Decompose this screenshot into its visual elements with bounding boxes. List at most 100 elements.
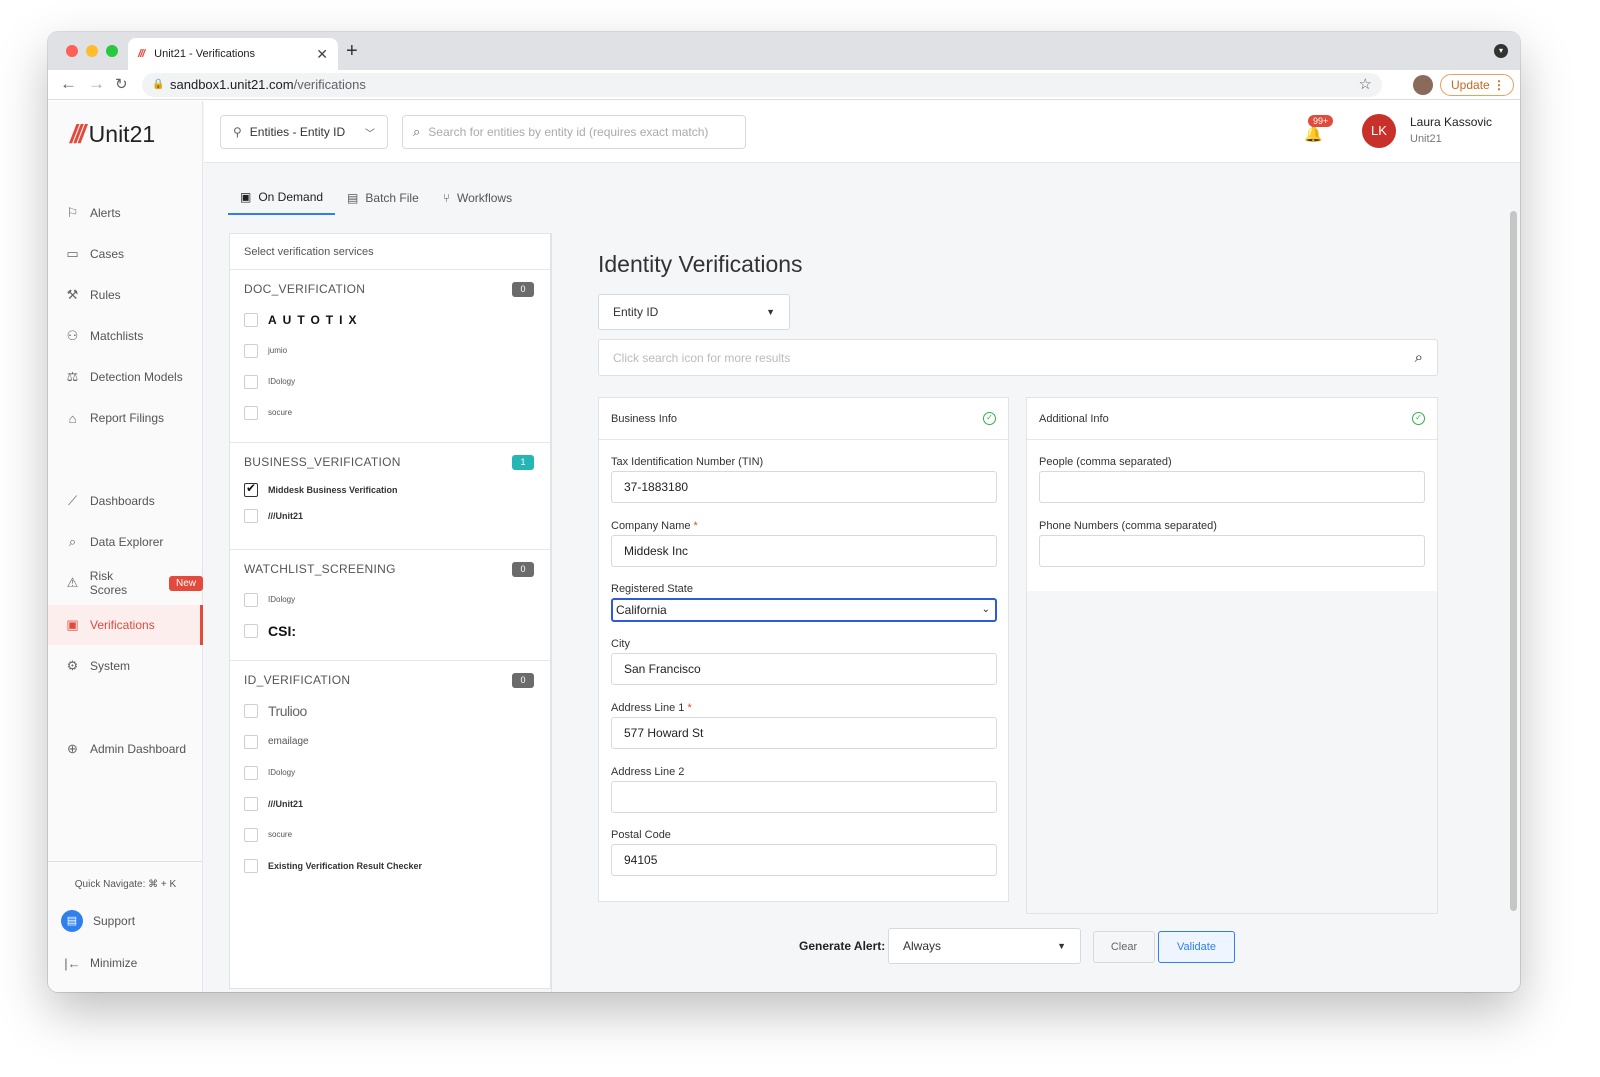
- sidebar-item-matchlists[interactable]: ⚇ Matchlists: [48, 316, 203, 356]
- identity-type-dropdown[interactable]: Entity ID ▼: [598, 294, 790, 330]
- postal-code-input[interactable]: 94105: [611, 844, 997, 876]
- service-option-unit21[interactable]: ///Unit21: [244, 788, 536, 819]
- browser-update-button[interactable]: Update ⋮: [1440, 74, 1514, 96]
- sidebar-item-data-explorer[interactable]: ⌕ Data Explorer: [48, 522, 203, 562]
- panel-divider: [551, 233, 552, 992]
- service-option-jumio[interactable]: jumio: [244, 335, 536, 366]
- bank-icon: ⌂: [68, 410, 77, 426]
- city-input[interactable]: San Francisco: [611, 653, 997, 685]
- tin-input[interactable]: 37-1883180: [611, 471, 997, 503]
- reload-icon[interactable]: ↻: [115, 75, 128, 93]
- document-icon: ▤: [347, 191, 359, 205]
- entity-search-placeholder: Search for entities by entity id (requir…: [428, 125, 709, 139]
- sidebar-item-risk-scores[interactable]: ⚠ Risk Scores New: [48, 563, 203, 603]
- checkbox[interactable]: [244, 374, 258, 389]
- url-host: sandbox1.unit21.com: [170, 77, 294, 92]
- service-option-socure[interactable]: socure: [244, 397, 536, 428]
- minimize-window-button[interactable]: [86, 45, 98, 57]
- service-option-trulioo[interactable]: Trulioo: [244, 695, 536, 726]
- tab-batch-file[interactable]: ▤ Batch File: [335, 181, 431, 215]
- checkbox[interactable]: [244, 405, 258, 420]
- phone-numbers-label: Phone Numbers (comma separated): [1039, 520, 1217, 532]
- service-option-unit21[interactable]: ///Unit21: [244, 503, 536, 529]
- close-window-button[interactable]: [66, 45, 78, 57]
- unit21-service-logo: ///Unit21: [268, 798, 304, 809]
- service-group-title: WATCHLIST_SCREENING: [244, 562, 396, 576]
- user-avatar[interactable]: LK: [1362, 114, 1396, 148]
- sidebar-item-alerts[interactable]: ⚐ Alerts: [48, 193, 203, 233]
- sidebar-item-label: Alerts: [90, 206, 121, 220]
- checkbox[interactable]: [244, 509, 258, 523]
- sidebar-item-cases[interactable]: ▭ Cases: [48, 234, 203, 274]
- tab-search-icon[interactable]: ▾: [1494, 44, 1508, 58]
- checkbox-checked[interactable]: [244, 481, 258, 497]
- checkbox[interactable]: [244, 796, 258, 811]
- checkbox[interactable]: [244, 827, 258, 842]
- service-option-idology[interactable]: IDology: [244, 757, 536, 788]
- browser-tab[interactable]: /// Unit21 - Verifications ✕: [128, 38, 338, 70]
- sidebar-item-detection-models[interactable]: ⚖ Detection Models: [48, 357, 203, 397]
- checkbox[interactable]: [244, 623, 258, 638]
- address-line-1-input[interactable]: 577 Howard St: [611, 717, 997, 749]
- service-option-socure[interactable]: socure: [244, 819, 536, 850]
- validate-button[interactable]: Validate: [1158, 931, 1235, 963]
- sidebar-item-system[interactable]: ⚙ System: [48, 646, 203, 686]
- sidebar-item-dashboards[interactable]: ⟋ Dashboards: [48, 481, 203, 521]
- support-button[interactable]: ▤ Support: [48, 901, 203, 941]
- new-tab-icon[interactable]: +: [346, 40, 358, 63]
- service-option-csi[interactable]: CSI:: [244, 615, 536, 646]
- minimize-sidebar-button[interactable]: |← Minimize: [48, 943, 203, 983]
- service-option-idology[interactable]: IDology: [244, 366, 536, 397]
- checkbox[interactable]: [244, 592, 258, 607]
- idology-logo: IDology: [268, 377, 296, 386]
- address-line-2-input[interactable]: [611, 781, 997, 813]
- registered-state-select[interactable]: California ⌄: [611, 598, 997, 622]
- sidebar-item-label: Detection Models: [90, 370, 183, 384]
- sidebar-item-label: Report Filings: [90, 411, 165, 425]
- checkbox[interactable]: [244, 703, 258, 718]
- entity-type-dropdown[interactable]: ⚲ Entities - Entity ID ﹀: [220, 115, 388, 149]
- checkbox[interactable]: [244, 858, 258, 873]
- back-icon[interactable]: ←: [60, 74, 77, 94]
- url-field[interactable]: 🔒 sandbox1.unit21.com/verifications ☆: [142, 73, 1382, 97]
- identity-search-input[interactable]: Click search icon for more results ⌕: [598, 339, 1438, 376]
- checkbox[interactable]: [244, 312, 258, 327]
- service-option-emailage[interactable]: emailage: [244, 726, 536, 757]
- checkbox[interactable]: [244, 343, 258, 358]
- bookmark-star-icon[interactable]: ☆: [1359, 73, 1372, 97]
- caret-down-icon: ▼: [1057, 941, 1066, 951]
- checkbox[interactable]: [244, 765, 258, 780]
- browser-profile-avatar[interactable]: [1413, 75, 1433, 95]
- generate-alert-dropdown[interactable]: Always ▼: [888, 928, 1081, 964]
- service-option-middesk[interactable]: Middesk Business Verification: [244, 477, 536, 503]
- sidebar-item-verifications[interactable]: ▣ Verifications: [48, 605, 203, 645]
- checkbox[interactable]: [244, 734, 258, 749]
- tab-workflows[interactable]: ⑂ Workflows: [431, 181, 524, 215]
- close-tab-icon[interactable]: ✕: [316, 46, 328, 63]
- gear-icon: ⚙: [66, 658, 79, 673]
- service-option-autotix[interactable]: AUTOTIX: [244, 304, 536, 335]
- notification-count-badge: 99+: [1308, 115, 1334, 127]
- user-name[interactable]: Laura Kassovic: [1410, 115, 1492, 129]
- service-option-idology[interactable]: IDology: [244, 584, 536, 615]
- clear-button[interactable]: Clear: [1093, 931, 1155, 963]
- sidebar-item-rules[interactable]: ⚒ Rules: [48, 275, 203, 315]
- sidebar-item-report-filings[interactable]: ⌂ Report Filings: [48, 398, 203, 438]
- unit21-logo[interactable]: /// Unit21: [70, 119, 155, 150]
- company-name-input[interactable]: Middesk Inc: [611, 535, 997, 567]
- people-input[interactable]: [1039, 471, 1425, 503]
- phone-numbers-input[interactable]: [1039, 535, 1425, 567]
- caret-down-icon: ▼: [766, 307, 775, 317]
- unit21-service-logo: ///Unit21: [268, 511, 304, 521]
- page-scrollbar[interactable]: [1510, 211, 1517, 911]
- forward-icon[interactable]: →: [88, 74, 105, 94]
- sidebar-item-admin-dashboard[interactable]: ⊕ Admin Dashboard: [48, 729, 203, 769]
- entity-search-input[interactable]: ⌕ Search for entities by entity id (requ…: [402, 115, 746, 149]
- zoom-window-button[interactable]: [106, 45, 118, 57]
- search-icon[interactable]: ⌕: [1415, 349, 1423, 366]
- service-option-existing-result-checker[interactable]: Existing Verification Result Checker: [244, 850, 536, 881]
- tab-on-demand[interactable]: ▣ On Demand: [228, 181, 336, 215]
- notification-bell-icon[interactable]: 🔔: [1304, 125, 1323, 143]
- sidebar-item-label: Data Explorer: [90, 535, 164, 549]
- unit21-favicon-icon: ///: [138, 48, 145, 60]
